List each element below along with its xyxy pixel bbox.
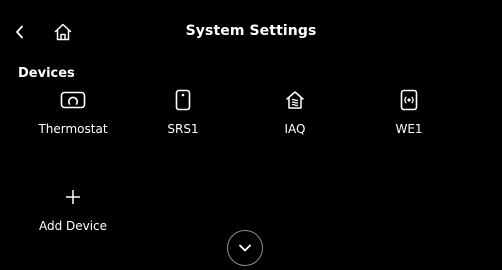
add-device-label: Add Device xyxy=(38,219,108,233)
system-settings-screen: System Settings Devices Thermostat SRS1 xyxy=(0,0,502,270)
device-label: SRS1 xyxy=(167,122,199,136)
scroll-down-button[interactable] xyxy=(227,230,263,266)
thermostat-icon xyxy=(28,86,118,114)
remote-sensor-icon xyxy=(138,86,228,114)
header-bar: System Settings xyxy=(0,0,502,60)
device-label: Thermostat xyxy=(38,122,108,136)
device-we1[interactable]: WE1 xyxy=(364,86,454,146)
add-device-button[interactable]: Add Device xyxy=(28,183,118,243)
device-label: WE1 xyxy=(395,122,423,136)
plus-icon xyxy=(28,183,118,211)
device-thermostat[interactable]: Thermostat xyxy=(28,86,118,146)
device-label: IAQ xyxy=(284,122,306,136)
page-title: System Settings xyxy=(185,23,317,39)
devices-section-label: Devices xyxy=(18,66,75,81)
chevron-down-icon xyxy=(239,244,251,252)
device-srs1[interactable]: SRS1 xyxy=(138,86,228,146)
air-quality-icon xyxy=(250,86,340,114)
wifi-extender-icon xyxy=(364,86,454,114)
device-iaq[interactable]: IAQ xyxy=(250,86,340,146)
